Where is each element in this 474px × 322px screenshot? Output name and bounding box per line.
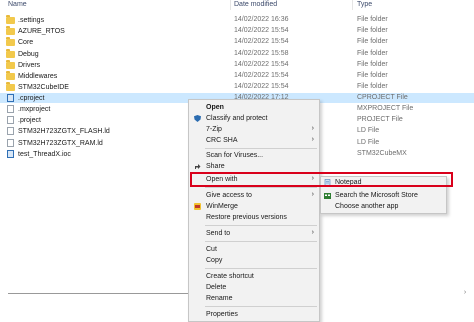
list-item[interactable]: Core 14/02/2022 15:54 File folder xyxy=(0,37,474,47)
list-item[interactable]: Drivers 14/02/2022 15:54 File folder xyxy=(0,60,474,70)
folder-icon xyxy=(6,71,15,80)
menu-item-cut[interactable]: Cut xyxy=(189,245,319,255)
list-item[interactable]: .settings 14/02/2022 16:36 File folder xyxy=(0,15,474,25)
file-icon xyxy=(7,94,14,102)
stm32cubemx-file-icon xyxy=(7,150,14,158)
horizontal-scrollbar[interactable] xyxy=(8,293,188,294)
menu-item-winmerge[interactable]: WinMerge xyxy=(189,202,319,212)
folder-icon xyxy=(6,26,15,35)
column-divider[interactable] xyxy=(352,0,353,10)
menu-item-open[interactable]: Open xyxy=(189,103,319,113)
menu-divider xyxy=(205,268,317,269)
menu-item-7zip[interactable]: 7-Zip › xyxy=(189,125,319,135)
menu-item-properties[interactable]: Properties xyxy=(189,310,319,320)
chevron-right-icon: › xyxy=(311,229,314,236)
list-item[interactable]: Middlewares 14/02/2022 15:54 File folder xyxy=(0,71,474,81)
menu-item-copy[interactable]: Copy xyxy=(189,256,319,266)
menu-item-scan[interactable]: Scan for Viruses... xyxy=(189,151,319,161)
column-divider[interactable] xyxy=(230,0,231,10)
scroll-right-icon[interactable]: › xyxy=(460,289,470,299)
shield-icon xyxy=(194,115,201,122)
menu-item-crc-sha[interactable]: CRC SHA › xyxy=(189,136,319,146)
microsoft-store-icon xyxy=(324,193,331,199)
menu-item-rename[interactable]: Rename xyxy=(189,294,319,304)
menu-divider xyxy=(205,148,317,149)
chevron-right-icon: › xyxy=(311,125,314,132)
context-menu: Open Classify and protect 7-Zip › CRC SHA… xyxy=(188,99,320,322)
menu-divider xyxy=(205,241,317,242)
folder-icon xyxy=(6,37,15,46)
menu-item-share[interactable]: Share xyxy=(189,162,319,172)
menu-item-create-shortcut[interactable]: Create shortcut xyxy=(189,272,319,282)
winmerge-icon xyxy=(194,203,201,210)
column-header: Name Date modified Type xyxy=(0,0,474,10)
menu-item-classify[interactable]: Classify and protect xyxy=(189,114,319,124)
folder-icon xyxy=(6,15,15,24)
folder-icon xyxy=(6,82,15,91)
column-type[interactable]: Type xyxy=(357,1,372,8)
menu-item-send-to[interactable]: Send to › xyxy=(189,229,319,239)
menu-divider xyxy=(205,306,317,307)
file-icon xyxy=(7,116,14,124)
menu-divider xyxy=(205,187,317,188)
chevron-right-icon: › xyxy=(311,136,314,143)
menu-item-give-access[interactable]: Give access to › xyxy=(189,191,319,201)
list-item[interactable]: STM32CubeIDE 14/02/2022 15:54 File folde… xyxy=(0,82,474,92)
highlight-box xyxy=(190,172,453,187)
submenu-item-store[interactable]: Search the Microsoft Store xyxy=(321,191,446,201)
menu-item-restore[interactable]: Restore previous versions xyxy=(189,213,319,223)
file-icon xyxy=(7,139,14,147)
column-date-modified[interactable]: Date modified xyxy=(234,1,277,8)
submenu-item-choose-app[interactable]: Choose another app xyxy=(321,202,446,212)
list-item[interactable]: AZURE_RTOS 14/02/2022 15:54 File folder xyxy=(0,26,474,36)
folder-icon xyxy=(6,60,15,69)
menu-item-delete[interactable]: Delete xyxy=(189,283,319,293)
file-icon xyxy=(7,105,14,113)
share-icon xyxy=(195,164,201,169)
file-icon xyxy=(7,127,14,135)
chevron-right-icon: › xyxy=(311,191,314,198)
folder-icon xyxy=(6,49,15,58)
menu-divider xyxy=(205,225,317,226)
list-item[interactable]: Debug 14/02/2022 15:58 File folder xyxy=(0,49,474,59)
column-name[interactable]: Name xyxy=(8,1,27,8)
